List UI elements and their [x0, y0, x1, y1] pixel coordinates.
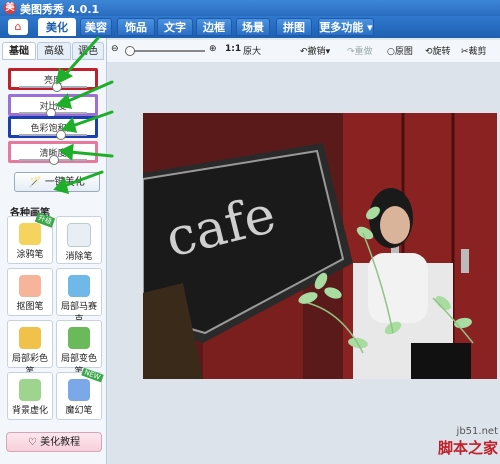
tab-text[interactable]: 文字: [157, 18, 193, 36]
redo-icon: ↷: [347, 47, 355, 57]
subtab-tone[interactable]: 调色: [72, 42, 104, 60]
crop-label: 裁剪: [468, 47, 487, 57]
zoom-in-icon[interactable]: ⊕: [209, 44, 217, 54]
redo-button[interactable]: ↷重做: [347, 44, 373, 57]
beautify-tutorial-button[interactable]: ♡ 美化教程: [6, 432, 102, 452]
circle-icon: ○: [387, 47, 395, 57]
brightness-slider[interactable]: 亮度: [8, 68, 98, 92]
tool-magic-pen[interactable]: 魔幻笔 NEW: [56, 367, 104, 420]
undo-label: 撤销: [307, 47, 326, 57]
mosaic-icon: [68, 275, 90, 297]
original-image-button[interactable]: ○原图: [387, 44, 413, 57]
tool-background-blur[interactable]: 背景虚化: [7, 372, 53, 420]
undo-icon: ↶: [300, 47, 308, 57]
one-click-beautify-button[interactable]: 🪄 一键美化: [14, 172, 100, 192]
actual-size-button[interactable]: 1:1: [225, 44, 241, 54]
tool-label: 魔幻笔: [65, 406, 93, 416]
main-nav: ⌂ 美化 美容 饰品 文字 边框 场景 拼图 更多功能 ▾: [0, 16, 500, 38]
tab-scenes[interactable]: 场景: [236, 18, 270, 36]
tab-more-features[interactable]: 更多功能 ▾: [318, 18, 374, 36]
zoom-out-icon[interactable]: ⊖: [111, 44, 119, 54]
zoom-slider-track[interactable]: [127, 50, 205, 52]
tool-local-color-pen[interactable]: 局部彩色笔: [7, 320, 53, 377]
tool-label: 背景虚化: [11, 406, 48, 416]
eraser-icon: [67, 223, 91, 247]
saturation-slider[interactable]: 色彩饱和度: [8, 116, 98, 140]
tool-doodle-pen[interactable]: 涂鸦笔 升级: [7, 212, 56, 264]
contrast-slider[interactable]: 对比度: [8, 94, 98, 118]
watermark-url: jb51.net: [456, 426, 498, 437]
blur-icon: [19, 379, 41, 401]
home-icon[interactable]: ⌂: [8, 19, 28, 35]
rotate-button[interactable]: ⟲旋转: [425, 44, 451, 57]
site-watermark: jb51.net 脚本之家: [432, 426, 498, 458]
cutout-icon: [19, 275, 41, 297]
canvas-toolbar: ⊖ ⊕ 1:1 原大 ↶撤销▾ ↷重做 ○原图 ⟲旋转 ✂裁剪: [107, 40, 500, 63]
one-click-label: 一键美化: [44, 177, 85, 188]
tab-beautify[interactable]: 美化: [38, 18, 76, 36]
tool-local-mosaic[interactable]: 局部马赛克: [56, 268, 102, 325]
undo-button[interactable]: ↶撤销▾: [300, 44, 330, 57]
pencil-icon: [19, 223, 41, 245]
scissors-icon: ✂: [461, 47, 469, 57]
edited-photo[interactable]: cafe: [143, 113, 497, 379]
tool-eraser-pen[interactable]: 消除笔: [56, 216, 102, 264]
heart-icon: ♡: [27, 437, 41, 448]
tab-collage[interactable]: 拼图: [276, 18, 312, 36]
rotate-label: 旋转: [432, 47, 451, 57]
original-size-button[interactable]: 原大: [243, 44, 261, 57]
magic-wand-icon: [68, 379, 90, 401]
tool-label: 消除笔: [65, 252, 93, 262]
title-bar: 美 美图秀秀 4.0.1: [0, 0, 500, 16]
rotate-icon: ⟲: [425, 47, 433, 57]
tutorial-label: 美化教程: [40, 437, 81, 448]
recolor-icon: [68, 327, 90, 349]
tab-decorations[interactable]: 饰品: [117, 18, 155, 36]
subtab-basic[interactable]: 基础: [2, 42, 36, 60]
saturation-label: 色彩饱和度: [30, 124, 76, 134]
redo-label: 重做: [354, 47, 373, 57]
tab-face[interactable]: 美容: [80, 18, 112, 36]
crop-button[interactable]: ✂裁剪: [461, 44, 487, 57]
watermark-name: 脚本之家: [437, 439, 498, 457]
zoom-slider-knob[interactable]: [125, 46, 135, 56]
tool-cutout-pen[interactable]: 抠图笔: [7, 268, 53, 316]
tool-local-recolor-pen[interactable]: 局部变色笔: [56, 320, 102, 377]
slider-knob[interactable]: [55, 130, 66, 140]
tab-frames[interactable]: 边框: [196, 18, 232, 36]
tool-label: 抠图笔: [16, 302, 44, 312]
slider-track: [19, 134, 87, 136]
photo-illustration: cafe: [143, 113, 497, 379]
app-logo-icon: 美: [4, 2, 16, 14]
subtab-advanced[interactable]: 高级: [37, 42, 71, 60]
original-image-label: 原图: [394, 47, 413, 57]
wand-icon: 🪄: [29, 177, 45, 188]
sharpness-slider[interactable]: 清晰度: [8, 141, 98, 165]
color-brush-icon: [19, 327, 41, 349]
slider-knob[interactable]: [52, 82, 63, 92]
tool-label: 涂鸦笔: [16, 250, 44, 260]
adjust-panel: 基础 高级 调色 亮度 对比度 色彩饱和度 清晰度 🪄 一键美化 各种画笔 涂鸦…: [0, 38, 107, 464]
slider-knob[interactable]: [49, 155, 59, 165]
app-title: 美图秀秀 4.0.1: [20, 3, 100, 16]
